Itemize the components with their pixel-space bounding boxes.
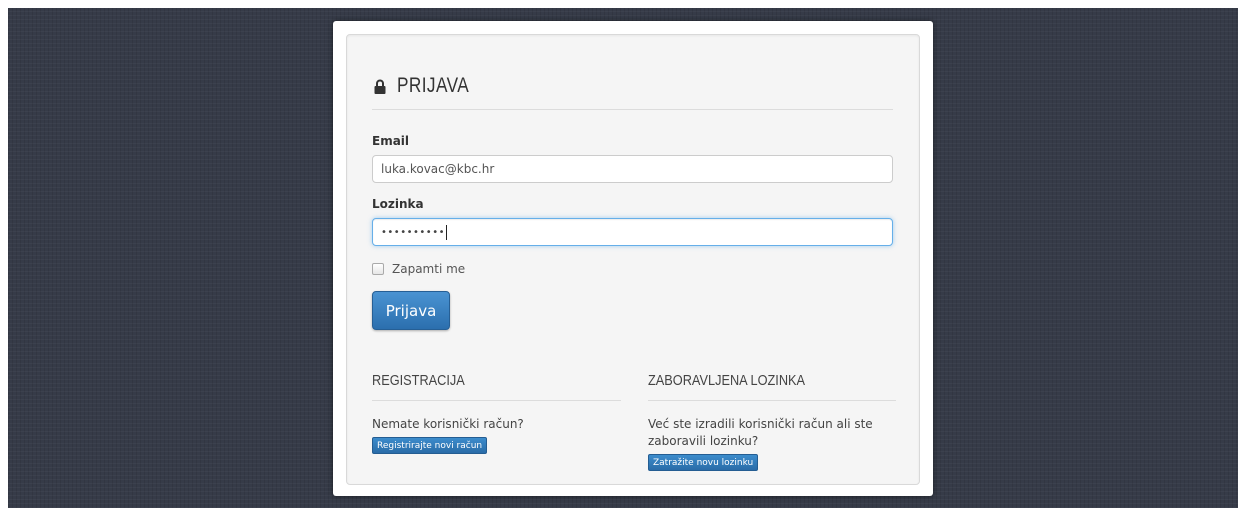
remember-me-row[interactable]: Zapamti me [372, 262, 465, 276]
login-header: PRIJAVA [372, 59, 893, 110]
forgot-password-divider [648, 400, 896, 401]
remember-me-checkbox[interactable] [372, 263, 384, 275]
login-button[interactable]: Prijava [372, 291, 450, 330]
login-well: PRIJAVA Email luka.kovac@kbc.hr Lozinka … [346, 34, 920, 485]
password-field[interactable]: •••••••••• [372, 218, 893, 246]
email-field[interactable]: luka.kovac@kbc.hr [372, 155, 893, 183]
password-label: Lozinka [372, 197, 424, 211]
request-password-button[interactable]: Zatražite novu lozinku [648, 454, 759, 471]
register-button[interactable]: Registrirajte novi račun [372, 437, 488, 454]
email-value: luka.kovac@kbc.hr [381, 162, 495, 176]
registration-title: REGISTRACIJA [372, 372, 465, 389]
login-panel: PRIJAVA Email luka.kovac@kbc.hr Lozinka … [333, 21, 933, 496]
email-label: Email [372, 134, 410, 148]
password-mask: •••••••••• [381, 226, 445, 238]
registration-divider [372, 400, 621, 401]
forgot-password-title: ZABORAVLJENA LOZINKA [648, 372, 806, 389]
lock-icon [374, 79, 386, 94]
remember-me-label: Zapamti me [392, 262, 466, 276]
registration-text: Nemate korisnički račun? [372, 417, 524, 431]
forgot-password-text: Već ste izradili korisnički račun ali st… [648, 417, 873, 448]
text-caret [445, 224, 447, 240]
page-title: PRIJAVA [397, 74, 470, 97]
